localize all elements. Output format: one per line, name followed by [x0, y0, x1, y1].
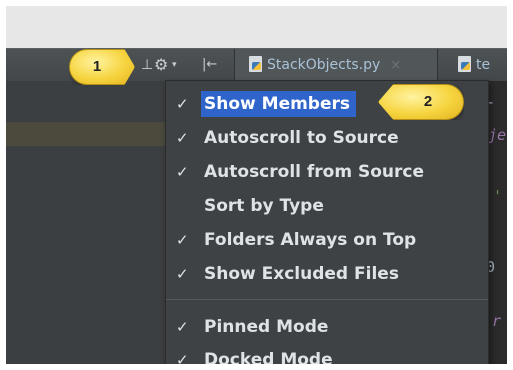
- callout-2: 2: [378, 84, 464, 120]
- menu-item-show-excluded-files[interactable]: ✓ Show Excluded Files: [166, 260, 488, 288]
- callout-1: 1: [69, 49, 135, 85]
- check-icon: ✓: [176, 318, 189, 336]
- menu-item-autoscroll-to-source[interactable]: ✓ Autoscroll to Source: [166, 124, 488, 152]
- callout-number: 1: [92, 58, 102, 75]
- menu-item-label: Show Members: [201, 91, 357, 117]
- check-icon: ✓: [176, 95, 189, 113]
- code-fragment: je: [488, 126, 507, 144]
- menu-item-label: Sort by Type: [204, 196, 324, 216]
- collapse-icon[interactable]: |←: [202, 49, 217, 81]
- menu-item-label: Docked Mode: [204, 350, 333, 364]
- menu-item-pinned-mode[interactable]: ✓ Pinned Mode: [166, 313, 488, 341]
- menu-item-label: Folders Always on Top: [204, 230, 417, 250]
- callout-number: 2: [423, 93, 433, 110]
- close-icon[interactable]: ×: [390, 58, 401, 73]
- menu-item-docked-mode[interactable]: ✓ Docked Mode: [166, 346, 488, 364]
- tab-te[interactable]: te: [458, 49, 507, 81]
- python-file-icon: [458, 56, 471, 72]
- menu-item-sort-by-type[interactable]: Sort by Type: [166, 192, 488, 220]
- python-file-icon: [249, 56, 262, 72]
- menu-item-label: Show Excluded Files: [204, 264, 399, 284]
- code-fragment: ': [493, 187, 503, 205]
- tab-label: StackObjects.py: [267, 57, 381, 73]
- menu-item-autoscroll-from-source[interactable]: ✓ Autoscroll from Source: [166, 158, 488, 186]
- menu-item-label: Autoscroll from Source: [204, 162, 425, 182]
- check-icon: ✓: [176, 265, 189, 283]
- check-icon: ✓: [176, 231, 189, 249]
- check-icon: ✓: [176, 351, 189, 364]
- menu-item-folders-always-on-top[interactable]: ✓ Folders Always on Top: [166, 226, 488, 254]
- menu-item-label: Pinned Mode: [204, 317, 329, 337]
- code-fragment: r: [492, 312, 502, 330]
- project-view-options-menu: ✓ Show Members ✓ Autoscroll to Source ✓ …: [165, 80, 489, 364]
- check-icon: ✓: [176, 129, 189, 147]
- check-icon: ✓: [176, 163, 189, 181]
- selected-row: [6, 122, 166, 146]
- menu-separator: [166, 299, 488, 300]
- tab-label: te: [476, 57, 491, 73]
- gear-icon[interactable]: ⚙: [154, 49, 168, 81]
- tab-stackobjects[interactable]: StackObjects.py ×: [234, 49, 438, 81]
- project-panel: [6, 81, 166, 364]
- menu-item-label: Autoscroll to Source: [204, 128, 399, 148]
- pin-icon[interactable]: ⊥: [141, 49, 153, 81]
- window-top-area: [6, 6, 507, 48]
- chevron-down-icon[interactable]: ▾: [172, 49, 177, 81]
